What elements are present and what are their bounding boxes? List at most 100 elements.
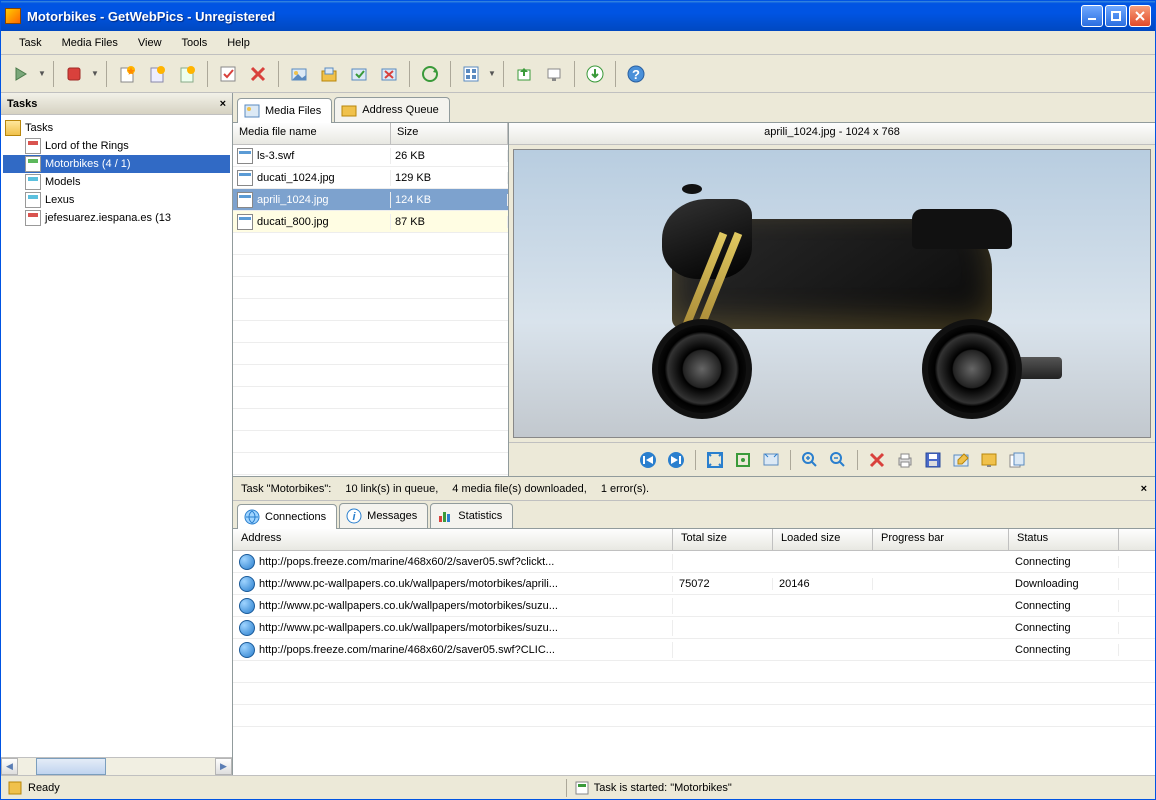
play-button[interactable] — [7, 60, 35, 88]
maximize-button[interactable] — [1105, 5, 1127, 27]
delete-image-button[interactable] — [866, 449, 888, 471]
wallpaper-button[interactable] — [978, 449, 1000, 471]
close-button[interactable] — [1129, 5, 1151, 27]
scroll-right-button[interactable]: ▶ — [215, 758, 232, 775]
column-progress[interactable]: Progress bar — [873, 529, 1009, 550]
minimize-button[interactable] — [1081, 5, 1103, 27]
save-button[interactable] — [922, 449, 944, 471]
tab-messages[interactable]: i Messages — [339, 503, 428, 528]
scroll-track[interactable] — [18, 758, 215, 775]
print-button[interactable] — [894, 449, 916, 471]
empty-row — [233, 705, 1155, 727]
task-item[interactable]: jefesuarez.iespana.es (13 — [3, 209, 230, 227]
zoom-in-button[interactable] — [799, 449, 821, 471]
column-name[interactable]: Media file name — [233, 123, 391, 144]
task-item[interactable]: Lexus — [3, 191, 230, 209]
doc-icon — [25, 138, 41, 154]
images-button[interactable] — [285, 60, 313, 88]
previous-button[interactable] — [637, 449, 659, 471]
preview-title: aprili_1024.jpg - 1024 x 768 — [509, 123, 1155, 145]
toolbar-separator — [503, 61, 504, 87]
help-button[interactable]: ? — [622, 60, 650, 88]
tasks-root[interactable]: Tasks — [3, 119, 230, 137]
motorcycle-image — [612, 169, 1052, 419]
connection-row[interactable]: http://www.pc-wallpapers.co.uk/wallpaper… — [233, 617, 1155, 639]
column-total-size[interactable]: Total size — [673, 529, 773, 550]
zoom-out-button[interactable] — [827, 449, 849, 471]
properties-button[interactable] — [214, 60, 242, 88]
copy-button[interactable] — [1006, 449, 1028, 471]
tab-statistics[interactable]: Statistics — [430, 503, 513, 528]
tasks-horizontal-scrollbar[interactable]: ◀ ▶ — [1, 757, 232, 775]
tasks-tree[interactable]: Tasks Lord of the Rings Motorbikes (4 / … — [1, 115, 232, 757]
file-row[interactable]: ducati_1024.jpg 129 KB — [233, 167, 508, 189]
task-item-selected[interactable]: Motorbikes (4 / 1) — [3, 155, 230, 173]
column-size[interactable]: Size — [391, 123, 508, 144]
tab-media-files[interactable]: Media Files — [237, 98, 332, 123]
scroll-thumb[interactable] — [36, 758, 106, 775]
connection-row[interactable]: http://www.pc-wallpapers.co.uk/wallpaper… — [233, 573, 1155, 595]
file-row[interactable]: ducati_800.jpg 87 KB — [233, 211, 508, 233]
empty-row — [233, 255, 508, 277]
edit-button[interactable] — [950, 449, 972, 471]
fullscreen-button[interactable] — [760, 449, 782, 471]
column-status[interactable]: Status — [1009, 529, 1119, 550]
slideshow-button[interactable] — [540, 60, 568, 88]
empty-row — [233, 453, 508, 475]
tasks-panel-close-button[interactable]: × — [220, 98, 226, 110]
menu-view[interactable]: View — [128, 34, 172, 52]
images-check-button[interactable] — [345, 60, 373, 88]
tab-address-queue[interactable]: Address Queue — [334, 97, 449, 122]
tasks-root-label: Tasks — [25, 122, 53, 134]
view-mode-button[interactable] — [457, 60, 485, 88]
toolbar-separator — [450, 61, 451, 87]
actual-size-button[interactable] — [732, 449, 754, 471]
file-row-selected[interactable]: aprili_1024.jpg 124 KB — [233, 189, 508, 211]
play-dropdown[interactable]: ▼ — [37, 69, 47, 78]
connection-row[interactable]: http://pops.freeze.com/marine/468x60/2/s… — [233, 551, 1155, 573]
stop-button[interactable] — [60, 60, 88, 88]
scroll-left-button[interactable]: ◀ — [1, 758, 18, 775]
column-address[interactable]: Address — [233, 529, 673, 550]
task-item[interactable]: Models — [3, 173, 230, 191]
file-size: 124 KB — [391, 194, 508, 206]
connection-row[interactable]: http://pops.freeze.com/marine/468x60/2/s… — [233, 639, 1155, 661]
task-status-prefix: Task "Motorbikes": — [241, 483, 331, 495]
download-button[interactable] — [581, 60, 609, 88]
view-mode-dropdown[interactable]: ▼ — [487, 69, 497, 78]
export-button[interactable] — [510, 60, 538, 88]
task-label: Lexus — [45, 194, 74, 206]
tasks-panel-header: Tasks × — [1, 93, 232, 115]
task-label: Models — [45, 176, 80, 188]
images-folder-button[interactable] — [315, 60, 343, 88]
preview-toolbar — [509, 442, 1155, 476]
image-icon — [244, 103, 260, 119]
toolbar-separator — [615, 61, 616, 87]
menu-task[interactable]: Task — [9, 34, 52, 52]
connection-address: http://www.pc-wallpapers.co.uk/wallpaper… — [259, 600, 558, 612]
new-task-url-button[interactable] — [143, 60, 171, 88]
new-task-wizard-button[interactable] — [173, 60, 201, 88]
fit-button[interactable] — [704, 449, 726, 471]
empty-row — [233, 365, 508, 387]
delete-button[interactable] — [244, 60, 272, 88]
toolbar-separator — [207, 61, 208, 87]
refresh-button[interactable] — [416, 60, 444, 88]
tab-connections[interactable]: Connections — [237, 504, 337, 529]
task-status-icon — [575, 781, 589, 795]
task-item[interactable]: Lord of the Rings — [3, 137, 230, 155]
new-task-button[interactable] — [113, 60, 141, 88]
images-delete-button[interactable] — [375, 60, 403, 88]
preview-image[interactable] — [513, 149, 1151, 438]
menu-help[interactable]: Help — [217, 34, 260, 52]
stop-dropdown[interactable]: ▼ — [90, 69, 100, 78]
toolbar-separator — [53, 61, 54, 87]
menu-media-files[interactable]: Media Files — [52, 34, 128, 52]
menu-tools[interactable]: Tools — [172, 34, 218, 52]
column-loaded-size[interactable]: Loaded size — [773, 529, 873, 550]
connection-address: http://pops.freeze.com/marine/468x60/2/s… — [259, 644, 555, 656]
next-button[interactable] — [665, 449, 687, 471]
connection-row[interactable]: http://www.pc-wallpapers.co.uk/wallpaper… — [233, 595, 1155, 617]
lower-pane-close-button[interactable]: × — [1141, 483, 1147, 495]
file-row[interactable]: ls-3.swf 26 KB — [233, 145, 508, 167]
